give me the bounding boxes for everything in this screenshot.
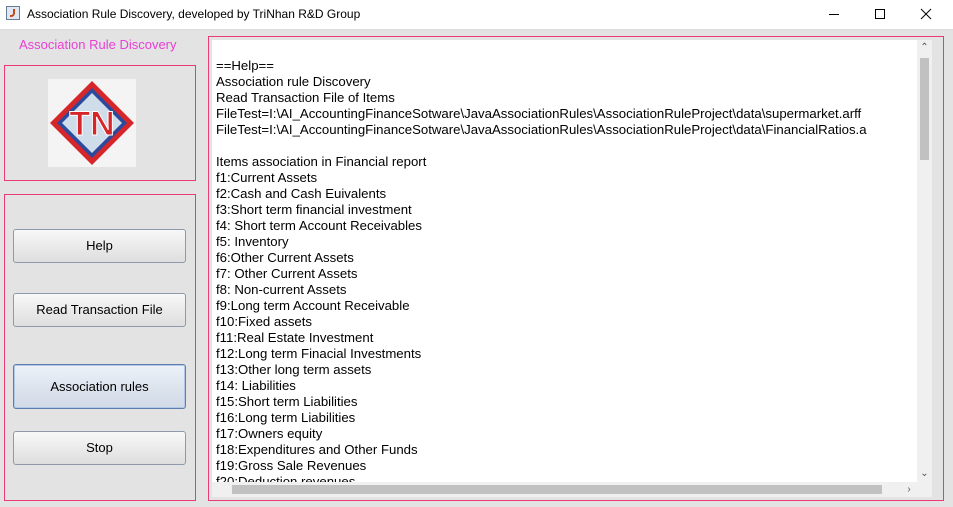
- output-line: FileTest=I:\AI_AccountingFinanceSotware\…: [216, 106, 862, 121]
- output-line: f16:Long term Liabilities: [216, 410, 356, 425]
- window-title: Association Rule Discovery, developed by…: [27, 7, 361, 21]
- output-line: f12:Long term Finacial Investments: [216, 346, 422, 361]
- maximize-button[interactable]: [857, 0, 903, 29]
- output-line: f15:Short term Liabilities: [216, 394, 358, 409]
- output-line: Read Transaction File of Items: [216, 90, 395, 105]
- horizontal-scrollbar[interactable]: ›: [212, 482, 917, 497]
- vertical-scroll-thumb[interactable]: [920, 58, 929, 160]
- minimize-button[interactable]: [811, 0, 857, 29]
- output-line: f18:Expenditures and Other Funds: [216, 442, 418, 457]
- output-line: f4: Short term Account Receivables: [216, 218, 422, 233]
- output-line: f5: Inventory: [216, 234, 289, 249]
- scroll-down-icon[interactable]: ⌄: [917, 466, 932, 482]
- scroll-up-icon[interactable]: ⌃: [917, 40, 932, 56]
- vertical-scrollbar[interactable]: ⌃ ⌄: [917, 40, 932, 482]
- logo-text: TN: [69, 105, 114, 143]
- trinhan-logo: TN: [48, 79, 136, 167]
- output-line: f1:Current Assets: [216, 170, 318, 185]
- output-line: f20:Deduction revenues: [216, 474, 356, 482]
- scroll-right-icon[interactable]: ›: [901, 482, 917, 497]
- app-label: Association Rule Discovery: [19, 37, 177, 52]
- output-text: ==Help== Association rule Discovery Read T…: [212, 40, 867, 482]
- minimize-icon: [829, 14, 839, 15]
- read-transaction-file-button[interactable]: Read Transaction File: [13, 293, 186, 327]
- output-line: f3:Short term financial investment: [216, 202, 412, 217]
- output-text-area[interactable]: ==Help== Association rule Discovery Read T…: [212, 40, 917, 482]
- maximize-icon: [875, 9, 885, 19]
- output-line: f19:Gross Sale Revenues: [216, 458, 367, 473]
- horizontal-scroll-thumb[interactable]: [232, 485, 882, 494]
- output-line: f14: Liabilities: [216, 378, 296, 393]
- help-button[interactable]: Help: [13, 229, 186, 263]
- output-line: f7: Other Current Assets: [216, 266, 358, 281]
- output-line: f9:Long term Account Receivable: [216, 298, 410, 313]
- output-line: f11:Real Estate Investment: [216, 330, 374, 345]
- close-icon: [920, 8, 932, 20]
- association-rules-button[interactable]: Association rules: [13, 364, 186, 409]
- logo-panel: TN: [4, 65, 196, 181]
- button-panel: Help Read Transaction File Association r…: [4, 194, 196, 501]
- output-line: Items association in Financial report: [216, 154, 427, 169]
- output-line: f2:Cash and Cash Euivalents: [216, 186, 387, 201]
- output-line: f10:Fixed assets: [216, 314, 313, 329]
- close-button[interactable]: [903, 0, 949, 29]
- output-panel: ==Help== Association rule Discovery Read T…: [208, 36, 944, 501]
- stop-button[interactable]: Stop: [13, 431, 186, 465]
- scrollbar-corner: [917, 482, 932, 497]
- output-line: f8: Non-current Assets: [216, 282, 347, 297]
- output-line: ==Help==: [216, 58, 274, 73]
- java-app-icon[interactable]: [6, 6, 20, 20]
- output-line: f13:Other long term assets: [216, 362, 372, 377]
- output-line: Association rule Discovery: [216, 74, 371, 89]
- output-line: f17:Owners equity: [216, 426, 323, 441]
- title-bar[interactable]: Association Rule Discovery, developed by…: [0, 0, 953, 29]
- trinhan-logo-image: TN: [50, 81, 134, 165]
- output-line: FileTest=I:\AI_AccountingFinanceSotware\…: [216, 122, 867, 137]
- output-line: f6:Other Current Assets: [216, 250, 354, 265]
